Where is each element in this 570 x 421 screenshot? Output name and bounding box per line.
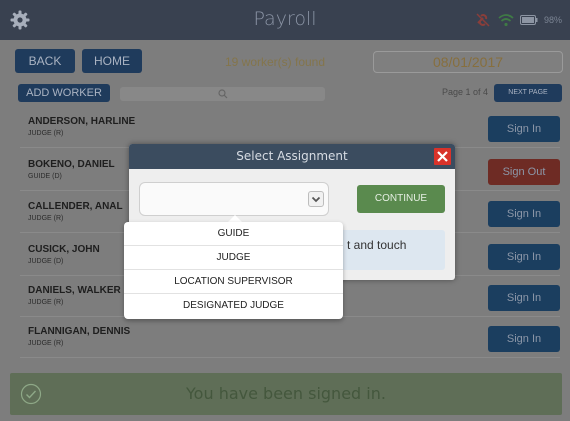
sign-in-button[interactable]: Sign In [488,244,560,270]
worker-role: JUDGE (D) [28,258,64,265]
dropdown-option-guide[interactable]: GUIDE [124,222,343,246]
date-field[interactable]: 08/01/2017 [373,51,563,73]
sign-out-button[interactable]: Sign Out [488,159,560,185]
wifi-icon [498,14,514,27]
workers-found-text: 19 worker(s) found [224,55,326,69]
link-off-icon [476,13,490,27]
back-button[interactable]: BACK [15,49,75,73]
worker-role: JUDGE (R) [28,340,64,347]
worker-role: JUDGE (R) [28,215,64,222]
dropdown-option-location-supervisor[interactable]: LOCATION SUPERVISOR [124,270,343,294]
home-button[interactable]: HOME [82,49,142,73]
worker-row: ANDERSON, HARLINE JUDGE (R) Sign In [20,112,560,148]
worker-name: CALLENDER, ANAL [28,201,123,212]
dialog-header: Select Assignment [129,144,455,169]
toast-message: You have been signed in. [186,384,386,403]
search-icon [218,89,228,99]
dropdown-option-judge[interactable]: JUDGE [124,246,343,270]
sign-in-button[interactable]: Sign In [488,326,560,352]
close-button[interactable] [434,148,451,165]
top-bar: Payroll 98% [0,0,570,40]
continue-button[interactable]: CONTINUE [357,185,445,213]
worker-role: GUIDE (D) [28,173,62,180]
chevron-down-icon [308,191,324,207]
worker-row: FLANNIGAN, DENNIS JUDGE (R) Sign In [20,322,560,358]
worker-name: FLANNIGAN, DENNIS [28,326,131,337]
success-toast: You have been signed in. [10,373,562,415]
dropdown-option-designated-judge[interactable]: DESIGNATED JUDGE [124,294,343,318]
sign-in-button[interactable]: Sign In [488,116,560,142]
close-icon [437,151,448,162]
battery-percent: 98% [543,15,562,25]
worker-name: DANIELS, WALKER [28,285,121,296]
dialog-title: Select Assignment [236,149,348,163]
worker-name: CUSICK, JOHN [28,244,100,255]
instruction-text: t and touch [347,238,407,252]
assignment-select[interactable] [139,182,329,216]
worker-name: BOKENO, DANIEL [28,159,115,170]
worker-name: ANDERSON, HARLINE [28,116,136,127]
sign-in-button[interactable]: Sign In [488,285,560,311]
status-area: 98% [474,12,562,28]
assignment-dropdown: GUIDE JUDGE LOCATION SUPERVISOR DESIGNAT… [124,222,343,319]
worker-role: JUDGE (R) [28,130,64,137]
add-worker-button[interactable]: ADD WORKER [18,84,110,102]
battery-icon [519,15,538,25]
worker-role: JUDGE (R) [28,299,64,306]
page-info: Page 1 of 4 [441,87,488,97]
next-page-button[interactable]: NEXT PAGE [494,84,562,102]
sign-in-button[interactable]: Sign In [488,201,560,227]
